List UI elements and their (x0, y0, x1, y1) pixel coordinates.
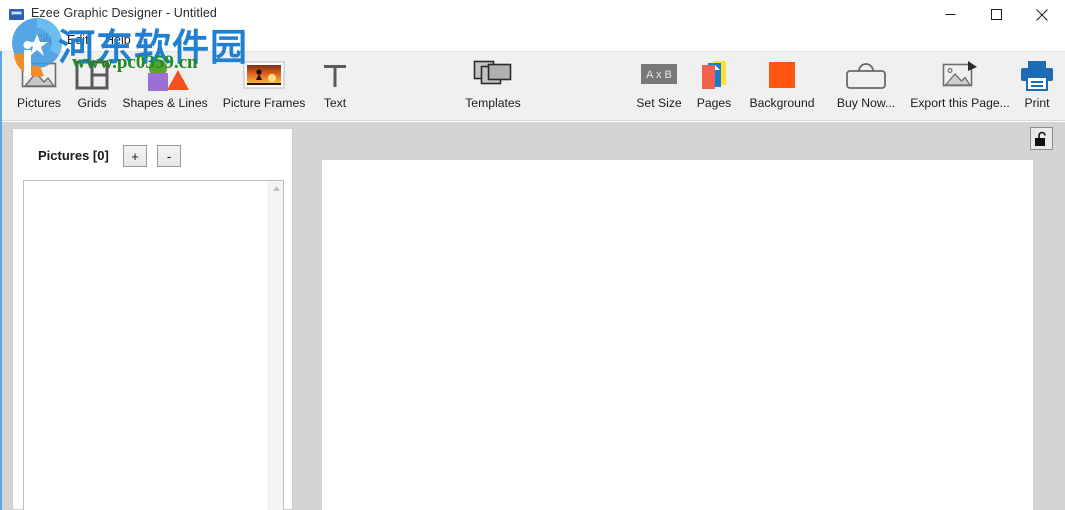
maximize-button[interactable] (973, 0, 1019, 29)
printer-icon (1019, 55, 1055, 95)
toolbar-label-picture-frames: Picture Frames (222, 96, 306, 110)
toolbar-label-grids: Grids (77, 96, 107, 110)
toolbar-label-pictures: Pictures (16, 96, 62, 110)
canvas-page[interactable] (322, 160, 1033, 510)
toolbar-label-text: Text (323, 96, 347, 110)
maximize-icon (990, 9, 1002, 20)
scroll-up-arrow-icon[interactable] (269, 181, 284, 196)
toolbar-label-templates: Templates (465, 96, 521, 110)
toolbar-button-pages[interactable]: Pages (688, 55, 740, 119)
toolbar-label-shapes-lines: Shapes & Lines (122, 96, 208, 110)
toolbar-button-shapes-lines[interactable]: Shapes & Lines (114, 55, 216, 119)
minimize-button[interactable] (927, 0, 973, 29)
toolbar-button-export-page[interactable]: Export this Page... (905, 55, 1015, 119)
minimize-icon (945, 14, 955, 15)
app-logo-icon (8, 6, 25, 23)
menu-bar: File Edit Help (0, 29, 1065, 51)
toolbar-label-background: Background (749, 96, 815, 110)
toolbar-button-templates[interactable]: Templates (452, 55, 534, 119)
close-icon (1036, 8, 1048, 21)
picture-frame-icon (242, 55, 286, 95)
toolbar-button-buy-now[interactable]: Buy Now... (827, 55, 905, 119)
pages-icon (695, 55, 733, 95)
pictures-panel-header: Pictures [0] + - (13, 129, 294, 181)
toolbar-button-text[interactable]: Text (314, 55, 356, 119)
shapes-icon (136, 55, 194, 95)
shopping-bag-icon (844, 55, 888, 95)
picture-icon (20, 55, 58, 95)
close-button[interactable] (1019, 0, 1065, 29)
text-icon (321, 55, 349, 95)
add-picture-button[interactable]: + (123, 145, 147, 167)
open-padlock-icon (1035, 131, 1046, 146)
background-icon (766, 55, 798, 95)
toolbar-button-grids[interactable]: Grids (64, 55, 120, 119)
templates-icon (472, 55, 514, 95)
remove-picture-button[interactable]: - (157, 145, 181, 167)
toolbar-label-print: Print (1024, 96, 1050, 110)
toolbar-button-background[interactable]: Background (739, 55, 825, 119)
main-toolbar: Pictures Grids Shapes & Lines Picture Fr… (2, 51, 1065, 121)
pictures-panel-title: Pictures [0] (38, 148, 109, 163)
toolbar-label-set-size: Set Size (636, 96, 682, 110)
menu-item-edit[interactable]: Edit (62, 32, 94, 48)
pictures-list-scrollbar[interactable] (268, 181, 283, 510)
svg-text:A x B: A x B (646, 69, 672, 81)
toolbar-label-pages: Pages (696, 96, 732, 110)
menu-item-help[interactable]: Help (100, 32, 136, 48)
lock-toggle-button[interactable] (1030, 127, 1053, 150)
toolbar-button-picture-frames[interactable]: Picture Frames (214, 55, 314, 119)
pictures-list[interactable] (23, 180, 284, 510)
toolbar-label-export-page: Export this Page... (910, 96, 1010, 110)
window-title: Ezee Graphic Designer - Untitled (31, 6, 217, 20)
grid-icon (75, 55, 109, 95)
set-size-icon: A x B (639, 55, 679, 95)
toolbar-button-pictures[interactable]: Pictures (8, 55, 70, 119)
menu-item-file[interactable]: File (30, 32, 60, 48)
toolbar-button-print[interactable]: Print (1014, 55, 1060, 119)
pictures-panel: Pictures [0] + - (12, 128, 293, 510)
application-window: Ezee Graphic Designer - Untitled File Ed… (0, 0, 1065, 510)
export-image-icon (939, 55, 981, 95)
toolbar-label-buy-now: Buy Now... (836, 96, 896, 110)
toolbar-button-set-size[interactable]: A x B Set Size (628, 55, 690, 119)
title-bar: Ezee Graphic Designer - Untitled (0, 0, 1065, 29)
